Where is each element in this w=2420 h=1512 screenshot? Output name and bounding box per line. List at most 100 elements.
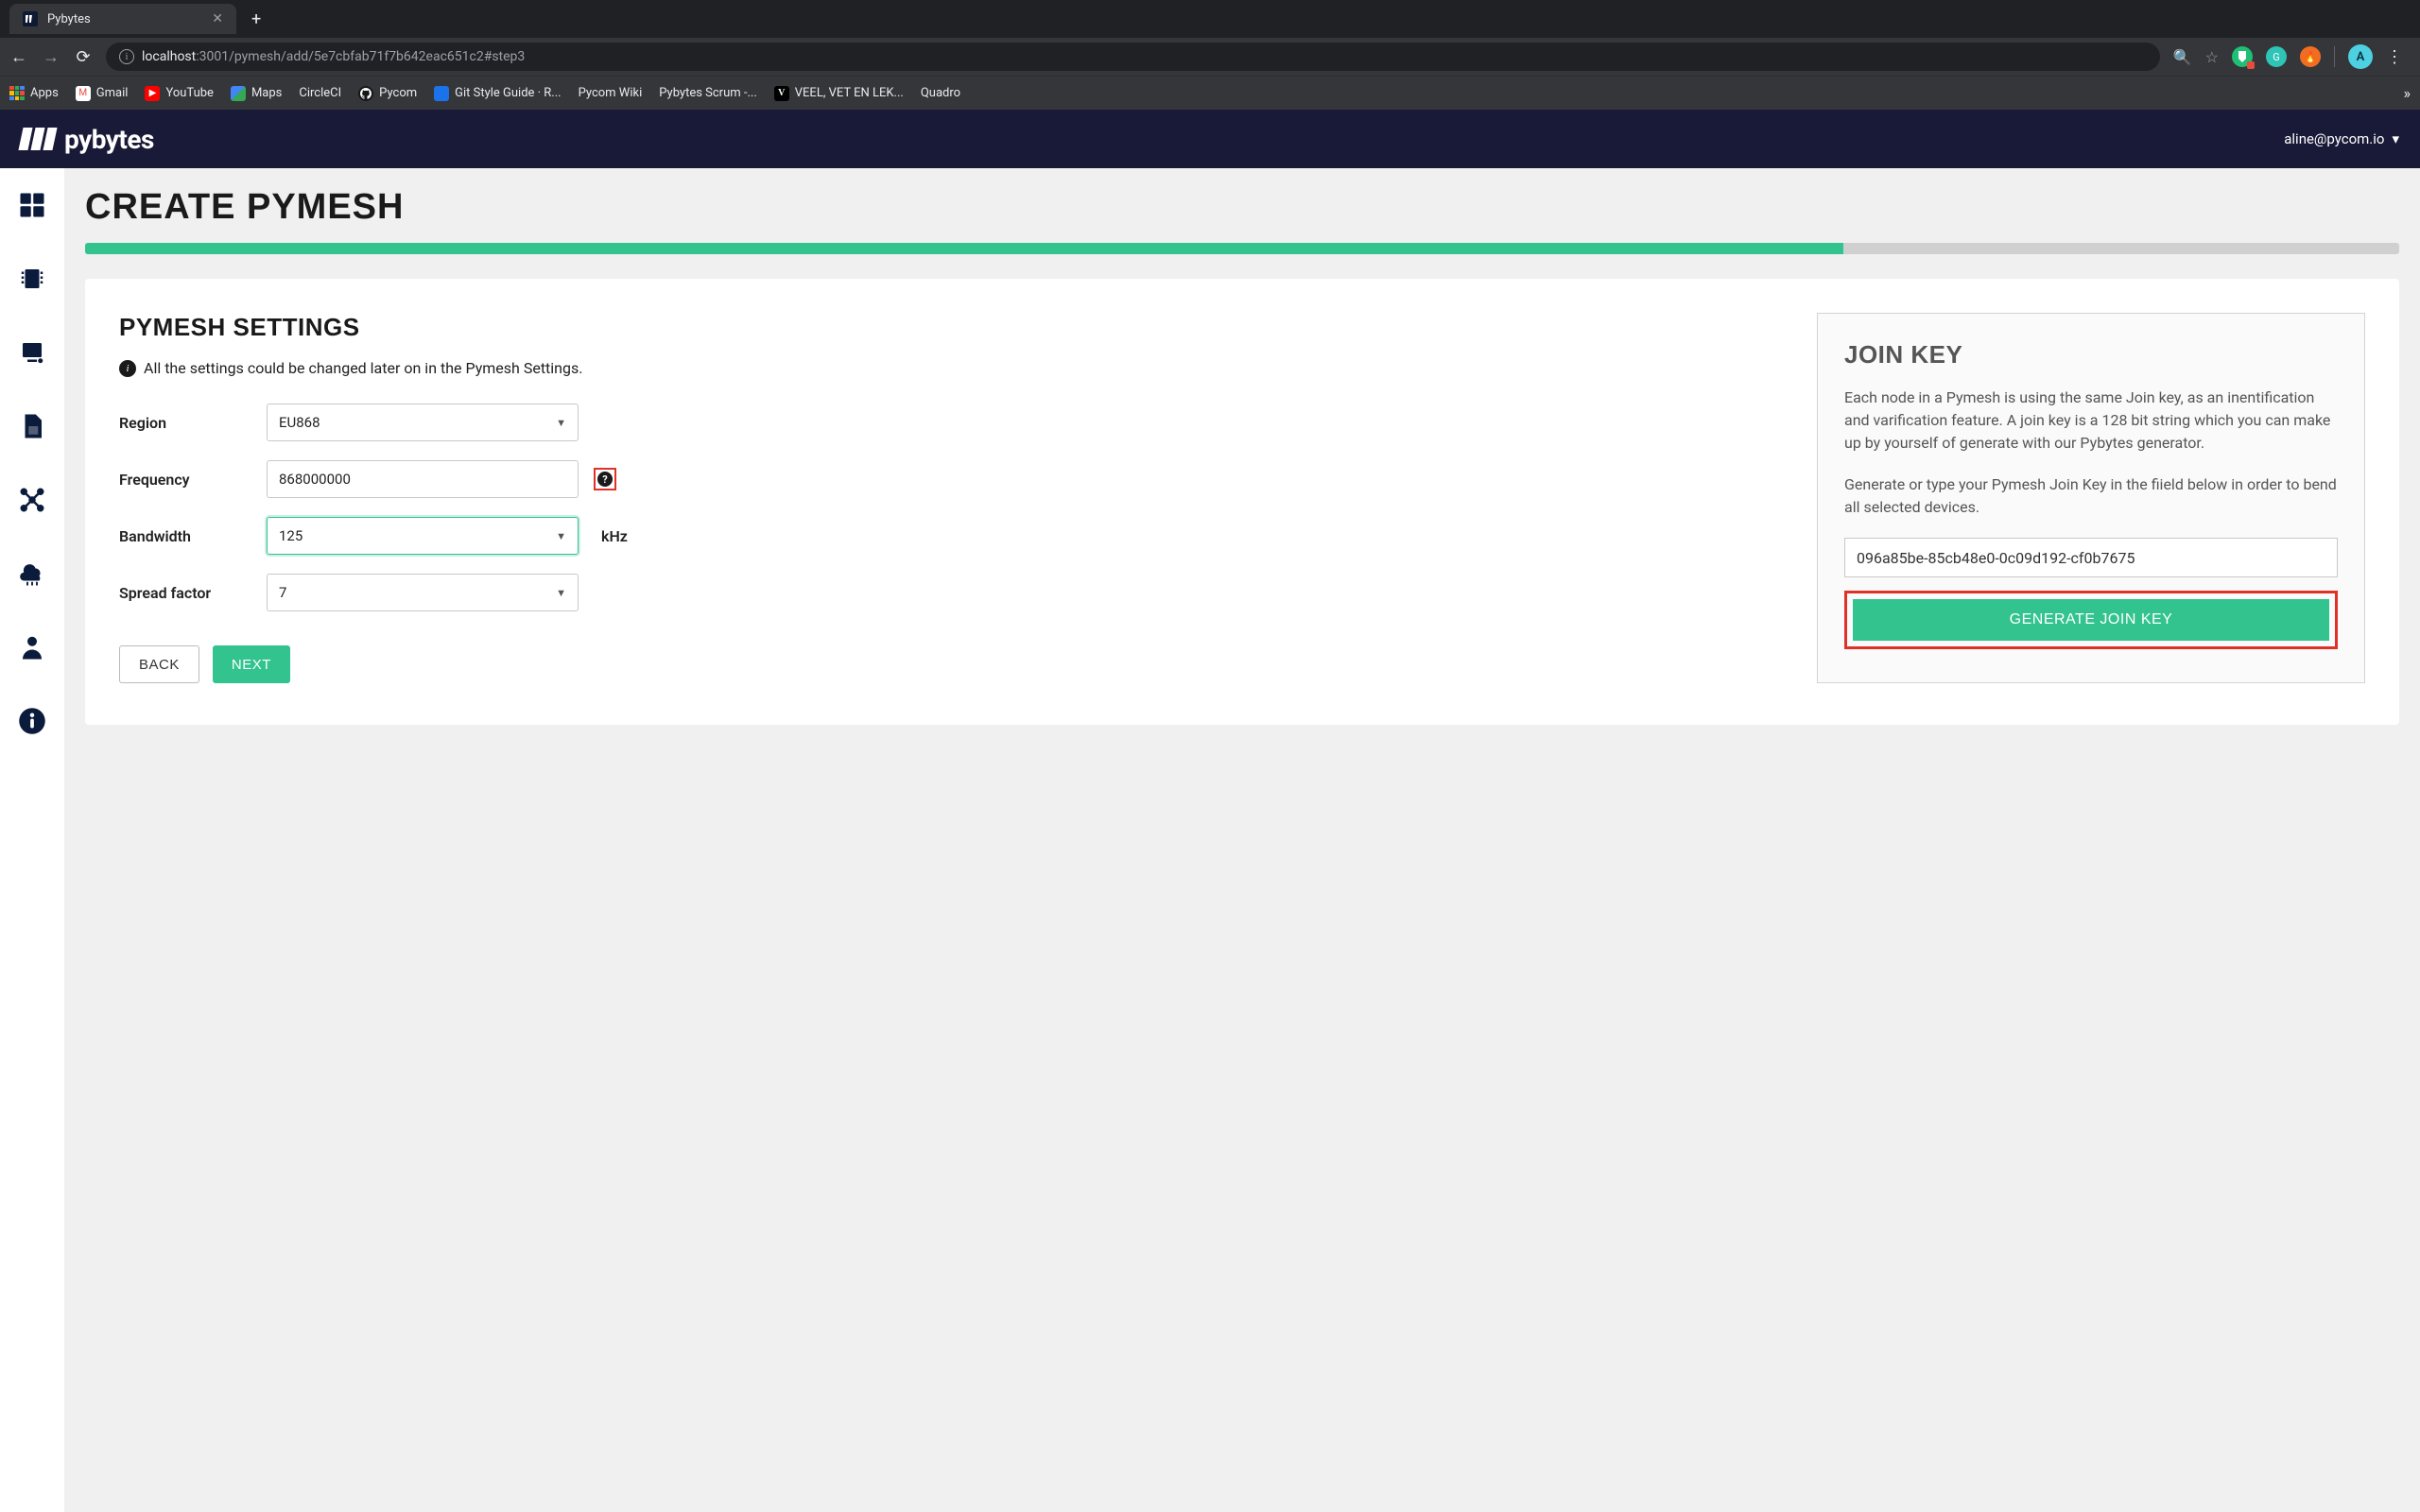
- region-select[interactable]: EU868 ▼: [267, 404, 579, 441]
- forward-icon[interactable]: →: [42, 47, 60, 67]
- bandwidth-label: Bandwidth: [119, 527, 251, 545]
- browser-chrome: Pybytes ✕ + ← → ⟳ i localhost:3001/pymes…: [0, 0, 2420, 110]
- profile-avatar[interactable]: A: [2348, 44, 2373, 69]
- browser-tab[interactable]: Pybytes ✕: [9, 4, 236, 34]
- toolbar-right: 🔍 ☆ G 🔥 A ⋮: [2173, 44, 2411, 69]
- settings-note: i All the settings could be changed late…: [119, 359, 1779, 377]
- region-label: Region: [119, 414, 251, 432]
- bookmark-youtube[interactable]: ▶ YouTube: [145, 86, 214, 101]
- bookmark-label: Gmail: [96, 86, 129, 100]
- bookmark-circleci[interactable]: CircleCI: [299, 86, 341, 100]
- sidebar-sim-icon[interactable]: [16, 410, 48, 442]
- frequency-value: 868000000: [279, 471, 351, 488]
- url-path: :3001/pymesh/add/5e7cbfab71f7b642eac651c…: [196, 49, 525, 64]
- joinkey-value: 096a85be-85cb48e0-0c09d192-cf0b7675: [1857, 549, 2135, 567]
- brand-logo[interactable]: pybytes: [21, 124, 154, 155]
- generate-joinkey-button[interactable]: GENERATE JOIN KEY: [1853, 599, 2329, 641]
- url-bar[interactable]: i localhost:3001/pymesh/add/5e7cbfab71f7…: [106, 43, 2160, 71]
- doc-icon: [434, 86, 449, 101]
- bookmark-overflow-icon[interactable]: »: [2404, 84, 2411, 102]
- reload-icon[interactable]: ⟳: [74, 47, 93, 67]
- sidebar-cloud-icon[interactable]: [16, 558, 48, 590]
- caret-down-icon: ▼: [556, 417, 566, 429]
- frequency-help-icon[interactable]: ?: [594, 468, 616, 490]
- bookmark-scrum[interactable]: Pybytes Scrum -...: [659, 86, 757, 100]
- bandwidth-unit: kHz: [601, 527, 628, 545]
- sidebar-user-icon[interactable]: [16, 631, 48, 663]
- joinkey-heading: JOIN KEY: [1844, 340, 2338, 369]
- extension-grammarly-icon[interactable]: G: [2266, 46, 2287, 67]
- frequency-row: Frequency 868000000 ?: [119, 460, 1779, 498]
- tab-close-icon[interactable]: ✕: [212, 11, 223, 26]
- url-text: localhost:3001/pymesh/add/5e7cbfab71f7b6…: [142, 49, 525, 64]
- toolbar-divider: [2334, 46, 2335, 67]
- sidebar-releases-icon[interactable]: [16, 336, 48, 369]
- bookmark-pycomwiki[interactable]: Pycom Wiki: [579, 86, 643, 100]
- bandwidth-select[interactable]: 125 ▼: [267, 517, 579, 555]
- bookmark-label: Apps: [30, 86, 59, 100]
- bookmark-label: Pybytes Scrum -...: [659, 86, 757, 100]
- joinkey-panel: JOIN KEY Each node in a Pymesh is using …: [1817, 313, 2365, 683]
- spread-select[interactable]: 7 ▼: [267, 574, 579, 611]
- next-button[interactable]: NEXT: [213, 645, 290, 683]
- spread-row: Spread factor 7 ▼: [119, 574, 1779, 611]
- region-row: Region EU868 ▼: [119, 404, 1779, 441]
- progress-bar: [85, 243, 2399, 254]
- bookmark-gmail[interactable]: M Gmail: [76, 86, 129, 101]
- spread-value: 7: [279, 584, 286, 601]
- bookmark-label: Git Style Guide · R...: [455, 86, 561, 100]
- bookmark-label: CircleCI: [299, 86, 341, 100]
- youtube-icon: ▶: [145, 86, 160, 101]
- gmail-icon: M: [76, 86, 91, 101]
- question-icon: ?: [597, 472, 613, 487]
- tab-favicon-icon: [23, 11, 38, 26]
- user-email: aline@pycom.io: [2284, 130, 2384, 147]
- zoom-icon[interactable]: 🔍: [2173, 48, 2192, 66]
- sidebar-info-icon[interactable]: [16, 705, 48, 737]
- main-content: CREATE PYMESH PYMESH SETTINGS i All the …: [64, 168, 2420, 1512]
- bookmark-apps[interactable]: Apps: [9, 86, 59, 101]
- back-button[interactable]: BACK: [119, 645, 199, 683]
- app-body: CREATE PYMESH PYMESH SETTINGS i All the …: [0, 168, 2420, 1512]
- bookmark-label: Quadro: [921, 86, 960, 100]
- joinkey-input[interactable]: 096a85be-85cb48e0-0c09d192-cf0b7675: [1844, 538, 2338, 577]
- github-icon: [358, 86, 373, 101]
- app-viewport: pybytes aline@pycom.io ▾: [0, 110, 2420, 1512]
- brand-text: pybytes: [64, 124, 154, 155]
- sidebar-chip-icon[interactable]: [16, 263, 48, 295]
- tab-strip: Pybytes ✕ +: [0, 0, 2420, 38]
- generate-highlight: GENERATE JOIN KEY: [1844, 591, 2338, 649]
- bookmark-label: Pycom: [379, 86, 417, 100]
- user-menu[interactable]: aline@pycom.io ▾: [2284, 130, 2399, 147]
- back-icon[interactable]: ←: [9, 47, 28, 67]
- caret-down-icon: ▼: [556, 587, 566, 599]
- page-title: CREATE PYMESH: [85, 187, 2399, 228]
- extension-green-icon[interactable]: [2232, 46, 2253, 67]
- site-info-icon[interactable]: i: [119, 49, 134, 64]
- bookmark-label: Pycom Wiki: [579, 86, 643, 100]
- browser-menu-icon[interactable]: ⋮: [2386, 47, 2405, 67]
- chevron-down-icon: ▾: [2392, 130, 2399, 147]
- bookmark-quadro[interactable]: Quadro: [921, 86, 960, 100]
- new-tab-button[interactable]: +: [240, 9, 272, 29]
- bandwidth-row: Bandwidth 125 ▼ kHz: [119, 517, 1779, 555]
- url-host: localhost: [142, 49, 196, 64]
- settings-panel: PYMESH SETTINGS i All the settings could…: [119, 313, 1779, 683]
- sidebar-dashboard-icon[interactable]: [16, 189, 48, 221]
- bookmark-maps[interactable]: Maps: [231, 86, 282, 101]
- caret-down-icon: ▼: [556, 530, 566, 542]
- bookmark-gitstyle[interactable]: Git Style Guide · R...: [434, 86, 561, 101]
- settings-note-text: All the settings could be changed later …: [144, 359, 582, 377]
- star-icon[interactable]: ☆: [2205, 48, 2219, 66]
- app-header: pybytes aline@pycom.io ▾: [0, 110, 2420, 168]
- bookmarks-bar: Apps M Gmail ▶ YouTube Maps CircleCI Pyc…: [0, 76, 2420, 110]
- frequency-input[interactable]: 868000000: [267, 460, 579, 498]
- maps-icon: [231, 86, 246, 101]
- bookmark-pycom[interactable]: Pycom: [358, 86, 417, 101]
- bookmark-veel[interactable]: V VEEL, VET EN LEK...: [774, 86, 904, 101]
- region-value: EU868: [279, 414, 320, 431]
- logo-mark-icon: [21, 128, 55, 150]
- veel-icon: V: [774, 86, 789, 101]
- sidebar-mesh-icon[interactable]: [16, 484, 48, 516]
- extension-fire-icon[interactable]: 🔥: [2300, 46, 2321, 67]
